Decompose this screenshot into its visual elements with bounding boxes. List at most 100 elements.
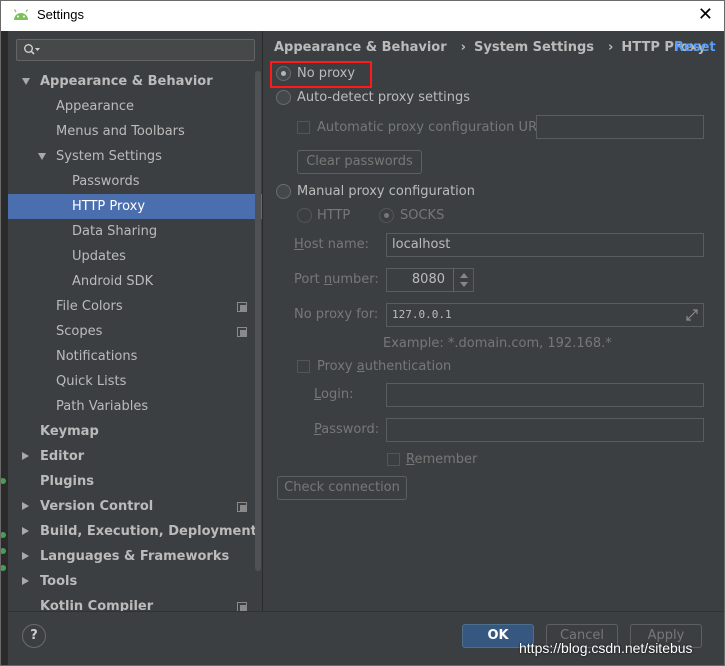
port-spinner[interactable] bbox=[453, 268, 473, 292]
sidebar-item-tools[interactable]: Tools bbox=[8, 569, 262, 594]
http-label: HTTP bbox=[317, 208, 351, 223]
sidebar-item-label: Quick Lists bbox=[56, 374, 127, 389]
no-proxy-radio[interactable] bbox=[276, 66, 291, 81]
password-label: Password: bbox=[314, 422, 379, 437]
sidebar-item-label: Appearance bbox=[56, 99, 135, 114]
manual-proxy-label: Manual proxy configuration bbox=[297, 184, 475, 199]
close-icon[interactable]: ✕ bbox=[698, 4, 713, 25]
http-radio[interactable] bbox=[297, 208, 312, 223]
sidebar-item-label: Tools bbox=[40, 574, 78, 589]
watermark-text: https://blog.csdn.net/sitebus bbox=[519, 640, 693, 656]
sidebar-item-label: Scopes bbox=[56, 324, 103, 339]
auto-detect-label: Auto-detect proxy settings bbox=[297, 90, 471, 105]
breadcrumb: Appearance & Behavior › System Settings › HT… bbox=[274, 40, 712, 55]
auth-label-pre: Proxy bbox=[317, 359, 357, 374]
sidebar-item-notifications[interactable]: Notifications bbox=[8, 344, 262, 369]
no-proxy-for-label: No proxy for: bbox=[294, 307, 379, 322]
sidebar-item-languages-frameworks[interactable]: Languages & Frameworks bbox=[8, 544, 262, 569]
chevron-right-icon[interactable] bbox=[22, 452, 29, 460]
sidebar-item-keymap[interactable]: Keymap bbox=[8, 419, 262, 444]
sidebar-item-label: Android SDK bbox=[72, 274, 154, 289]
sidebar-item-label: Notifications bbox=[56, 349, 138, 364]
login-mnemonic: L bbox=[314, 387, 322, 402]
socks-radio[interactable] bbox=[379, 208, 394, 223]
clear-passwords-button[interactable]: Clear passwords bbox=[297, 150, 422, 174]
sidebar-item-label: Version Control bbox=[40, 499, 154, 514]
chevron-right-icon[interactable] bbox=[22, 502, 29, 510]
manual-proxy-radio[interactable] bbox=[276, 184, 291, 199]
sidebar-item-passwords[interactable]: Passwords bbox=[8, 169, 262, 194]
breadcrumb-item: System Settings bbox=[474, 40, 595, 55]
check-connection-button[interactable]: Check connection bbox=[277, 476, 407, 500]
remember-label-text: emember bbox=[414, 452, 478, 467]
dialog-footer: ? OK Cancel Apply bbox=[8, 611, 725, 666]
spinner-up-icon[interactable] bbox=[460, 273, 468, 278]
password-input[interactable] bbox=[386, 418, 704, 442]
sidebar-item-path-variables[interactable]: Path Variables bbox=[8, 394, 262, 419]
sidebar-item-file-colors[interactable]: File Colors bbox=[8, 294, 262, 319]
expand-icon[interactable] bbox=[686, 309, 698, 321]
sidebar-item-http-proxy[interactable]: HTTP Proxy bbox=[8, 194, 262, 219]
auth-mnemonic: a bbox=[356, 359, 365, 374]
login-label: Login: bbox=[314, 387, 353, 402]
proxy-authentication-checkbox[interactable] bbox=[297, 360, 310, 373]
sidebar-item-editor[interactable]: Editor bbox=[8, 444, 262, 469]
chevron-right-icon[interactable] bbox=[22, 527, 29, 535]
chevron-right-icon[interactable] bbox=[22, 577, 29, 585]
port-label-pre: Port bbox=[294, 272, 324, 287]
sidebar-item-kotlin-compiler[interactable]: Kotlin Compiler bbox=[8, 594, 262, 611]
host-name-label: Host name: bbox=[294, 237, 369, 252]
sidebar-item-appearance[interactable]: Appearance bbox=[8, 94, 262, 119]
sidebar-item-label: Menus and Toolbars bbox=[56, 124, 185, 139]
sidebar-item-label: Passwords bbox=[72, 174, 140, 189]
window-title: Settings bbox=[37, 7, 84, 22]
search-input[interactable] bbox=[16, 39, 255, 61]
no-proxy-for-value: 127.0.0.1 bbox=[392, 308, 452, 321]
chevron-down-icon[interactable] bbox=[22, 78, 30, 85]
port-number-label: Port number: bbox=[294, 272, 379, 287]
no-proxy-for-input[interactable]: 127.0.0.1 bbox=[386, 303, 704, 327]
auto-config-url-label: Automatic proxy configuration URL: bbox=[317, 120, 549, 135]
chevron-down-icon[interactable] bbox=[38, 153, 46, 160]
sidebar-item-label: Appearance & Behavior bbox=[40, 74, 213, 89]
sidebar-item-label: Path Variables bbox=[56, 399, 149, 414]
sidebar-item-label: Data Sharing bbox=[72, 224, 158, 239]
auto-detect-radio[interactable] bbox=[276, 90, 291, 105]
help-button[interactable]: ? bbox=[22, 624, 46, 648]
project-level-icon bbox=[237, 327, 247, 337]
sidebar-item-plugins[interactable]: Plugins bbox=[8, 469, 262, 494]
sidebar-item-scopes[interactable]: Scopes bbox=[8, 319, 262, 344]
breadcrumb-item: Appearance & Behavior bbox=[274, 40, 447, 55]
login-input[interactable] bbox=[386, 383, 704, 407]
host-name-input[interactable]: localhost bbox=[386, 233, 704, 257]
sidebar-item-system-settings[interactable]: System Settings bbox=[8, 144, 262, 169]
sidebar-item-label: Editor bbox=[40, 449, 85, 464]
host-label-text: ost name: bbox=[303, 237, 369, 252]
host-mnemonic: H bbox=[294, 237, 304, 252]
auto-config-url-checkbox[interactable] bbox=[297, 121, 310, 134]
settings-sidebar: Appearance & Behavior Appearance Menus and… bbox=[8, 31, 263, 611]
sidebar-item-quick-lists[interactable]: Quick Lists bbox=[8, 369, 262, 394]
search-icon bbox=[24, 44, 40, 55]
login-label-text: ogin: bbox=[321, 387, 354, 402]
reset-link[interactable]: Reset bbox=[674, 40, 716, 55]
sidebar-item-data-sharing[interactable]: Data Sharing bbox=[8, 219, 262, 244]
sidebar-item-menus-and-toolbars[interactable]: Menus and Toolbars bbox=[8, 119, 262, 144]
sidebar-item-label: System Settings bbox=[56, 149, 162, 164]
sidebar-item-build-execution-deployment[interactable]: Build, Execution, Deployment bbox=[8, 519, 262, 544]
no-proxy-label: No proxy bbox=[297, 66, 356, 81]
sidebar-item-android-sdk[interactable]: Android SDK bbox=[8, 269, 262, 294]
status-dot-icon bbox=[0, 565, 6, 571]
project-level-icon bbox=[237, 502, 247, 512]
remember-checkbox[interactable] bbox=[387, 453, 400, 466]
sidebar-item-updates[interactable]: Updates bbox=[8, 244, 262, 269]
password-label-text: assword: bbox=[321, 422, 380, 437]
sidebar-item-version-control[interactable]: Version Control bbox=[8, 494, 262, 519]
spinner-down-icon[interactable] bbox=[460, 282, 468, 287]
chevron-right-icon[interactable] bbox=[22, 552, 29, 560]
auto-config-url-input[interactable] bbox=[536, 115, 704, 139]
status-dot-icon bbox=[0, 548, 6, 554]
sidebar-scrollbar[interactable] bbox=[255, 71, 261, 571]
breadcrumb-separator: › bbox=[608, 40, 614, 55]
sidebar-item-appearance-behavior[interactable]: Appearance & Behavior bbox=[8, 69, 262, 94]
